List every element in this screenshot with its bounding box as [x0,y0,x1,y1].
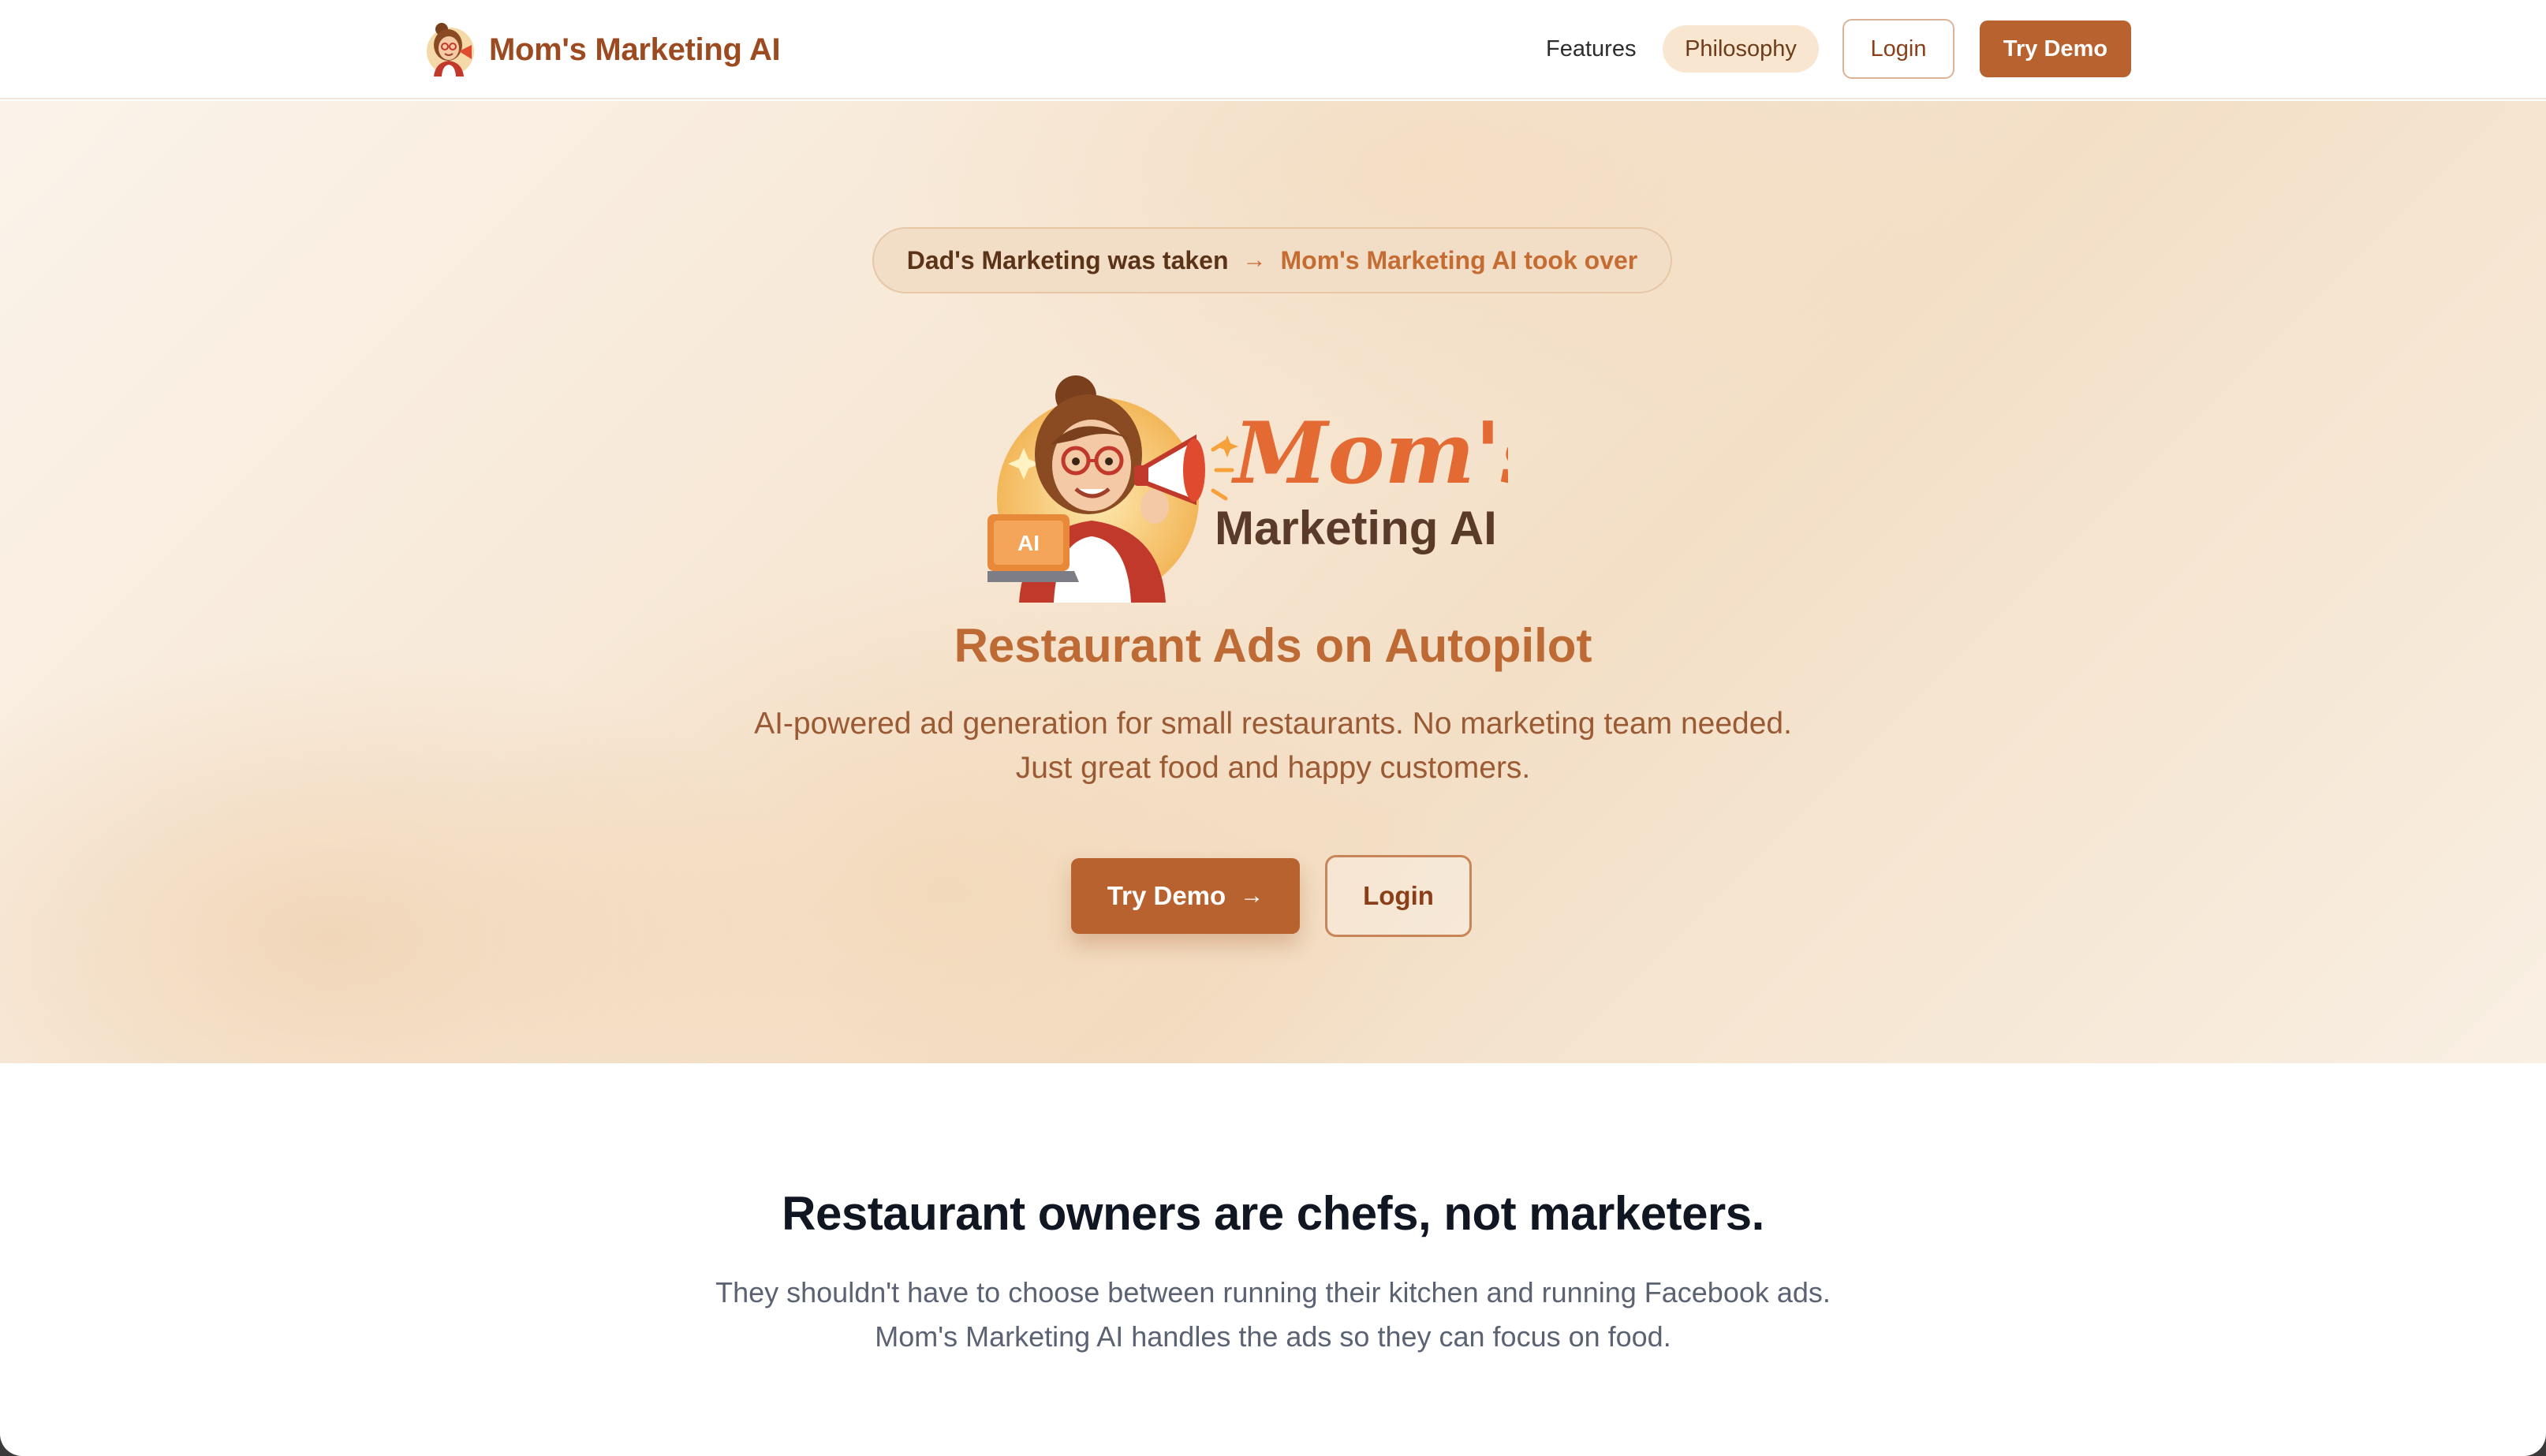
hero-section: Dad's Marketing was taken → Mom's Market… [0,101,2546,1063]
hero-subtitle-line1: AI-powered ad generation for small resta… [754,707,1792,741]
logo-script-text: Mom's [1230,404,1508,503]
philosophy-title: Restaurant owners are chefs, not markete… [782,1187,1764,1240]
arrow-right-icon: → [1240,883,1264,909]
hero-title: Restaurant Ads on Autopilot [954,619,1592,672]
hero-subtitle-line2: Just great food and happy customers. [1015,751,1531,785]
laptop-ai-badge: AI [1017,531,1040,555]
philosophy-body-line2: Mom's Marketing AI handles the ads so th… [875,1320,1671,1353]
tagline-pill: Dad's Marketing was taken → Mom's Market… [872,227,1672,293]
brand-name: Mom's Marketing AI [489,32,781,67]
arrow-right-icon: → [1242,247,1267,273]
nav-features[interactable]: Features [1527,25,1655,73]
hero-login-button[interactable]: Login [1325,855,1472,937]
mom-mascot-icon [427,23,474,77]
brand-home-link[interactable]: Mom's Marketing AI [423,16,781,84]
pill-text-dad: Dad's Marketing was taken [906,245,1229,274]
hero-try-demo-label: Try Demo [1107,881,1226,910]
philosophy-body-line1: They shouldn't have to choose between ru… [715,1276,1831,1309]
mom-mascot-megaphone-logo: AI Mom's Marketing AI [987,375,1508,603]
nav-philosophy[interactable]: Philosophy [1663,25,1819,73]
header-login-button[interactable]: Login [1842,19,1954,79]
logo-wordmark-text: Marketing AI [1215,502,1497,554]
top-navbar: Mom's Marketing AI Features Philosophy L… [0,0,2546,99]
header-try-demo-button[interactable]: Try Demo [1980,21,2131,77]
hero-try-demo-button[interactable]: Try Demo → [1071,858,1300,934]
pill-text-mom: Mom's Marketing AI took over [1280,245,1638,274]
app-window: Mom's Marketing AI Features Philosophy L… [0,0,2546,1456]
